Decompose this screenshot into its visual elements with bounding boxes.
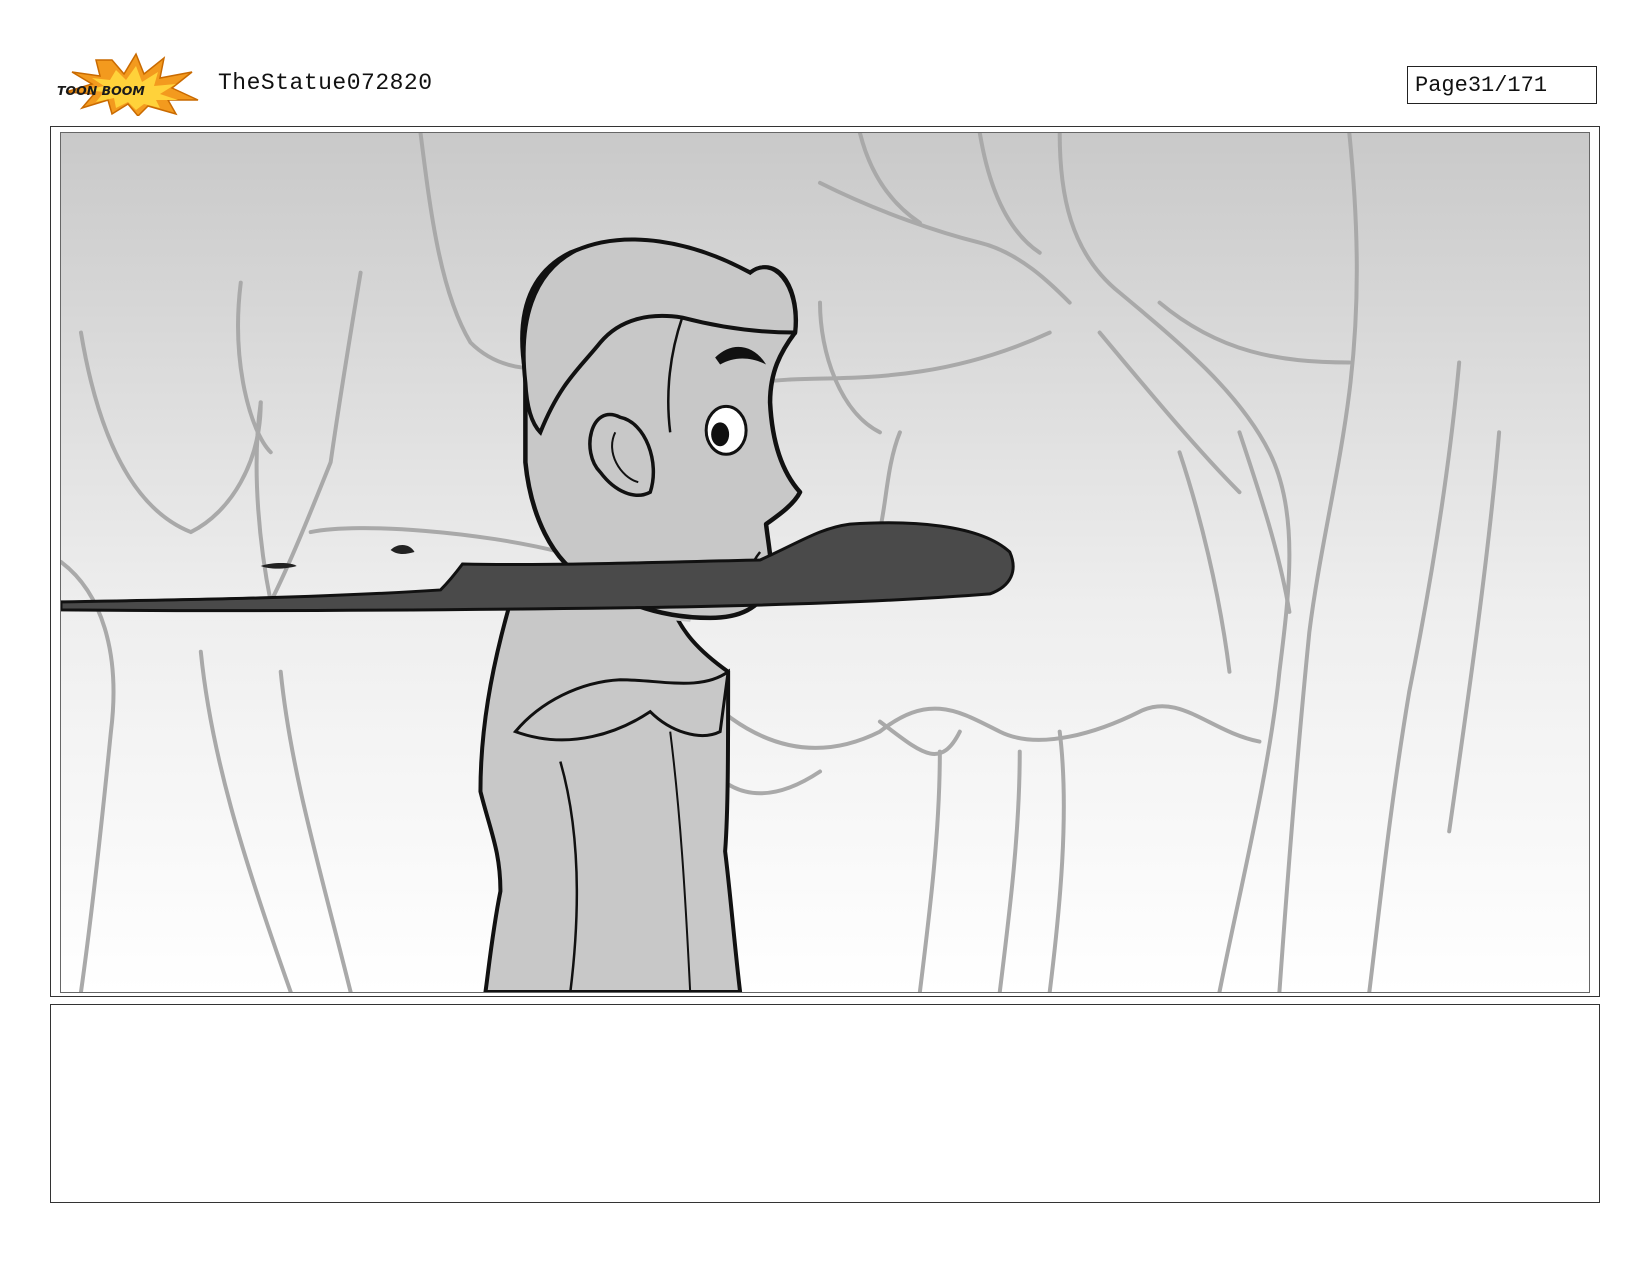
page-number: 31/171 [1467, 72, 1548, 98]
logo-wordmark: TOON BOOM [57, 83, 145, 98]
caption-box [50, 1004, 1600, 1203]
storyboard-panel-image [60, 132, 1590, 993]
document-title: TheStatue072820 [218, 70, 433, 96]
boy-shirt [478, 599, 743, 992]
page-indicator: Page 31/171 [1407, 66, 1597, 104]
boy-eye-pupil [711, 422, 730, 447]
toon-boom-logo: TOON BOOM [52, 50, 202, 118]
page-label: Page [1415, 72, 1468, 98]
